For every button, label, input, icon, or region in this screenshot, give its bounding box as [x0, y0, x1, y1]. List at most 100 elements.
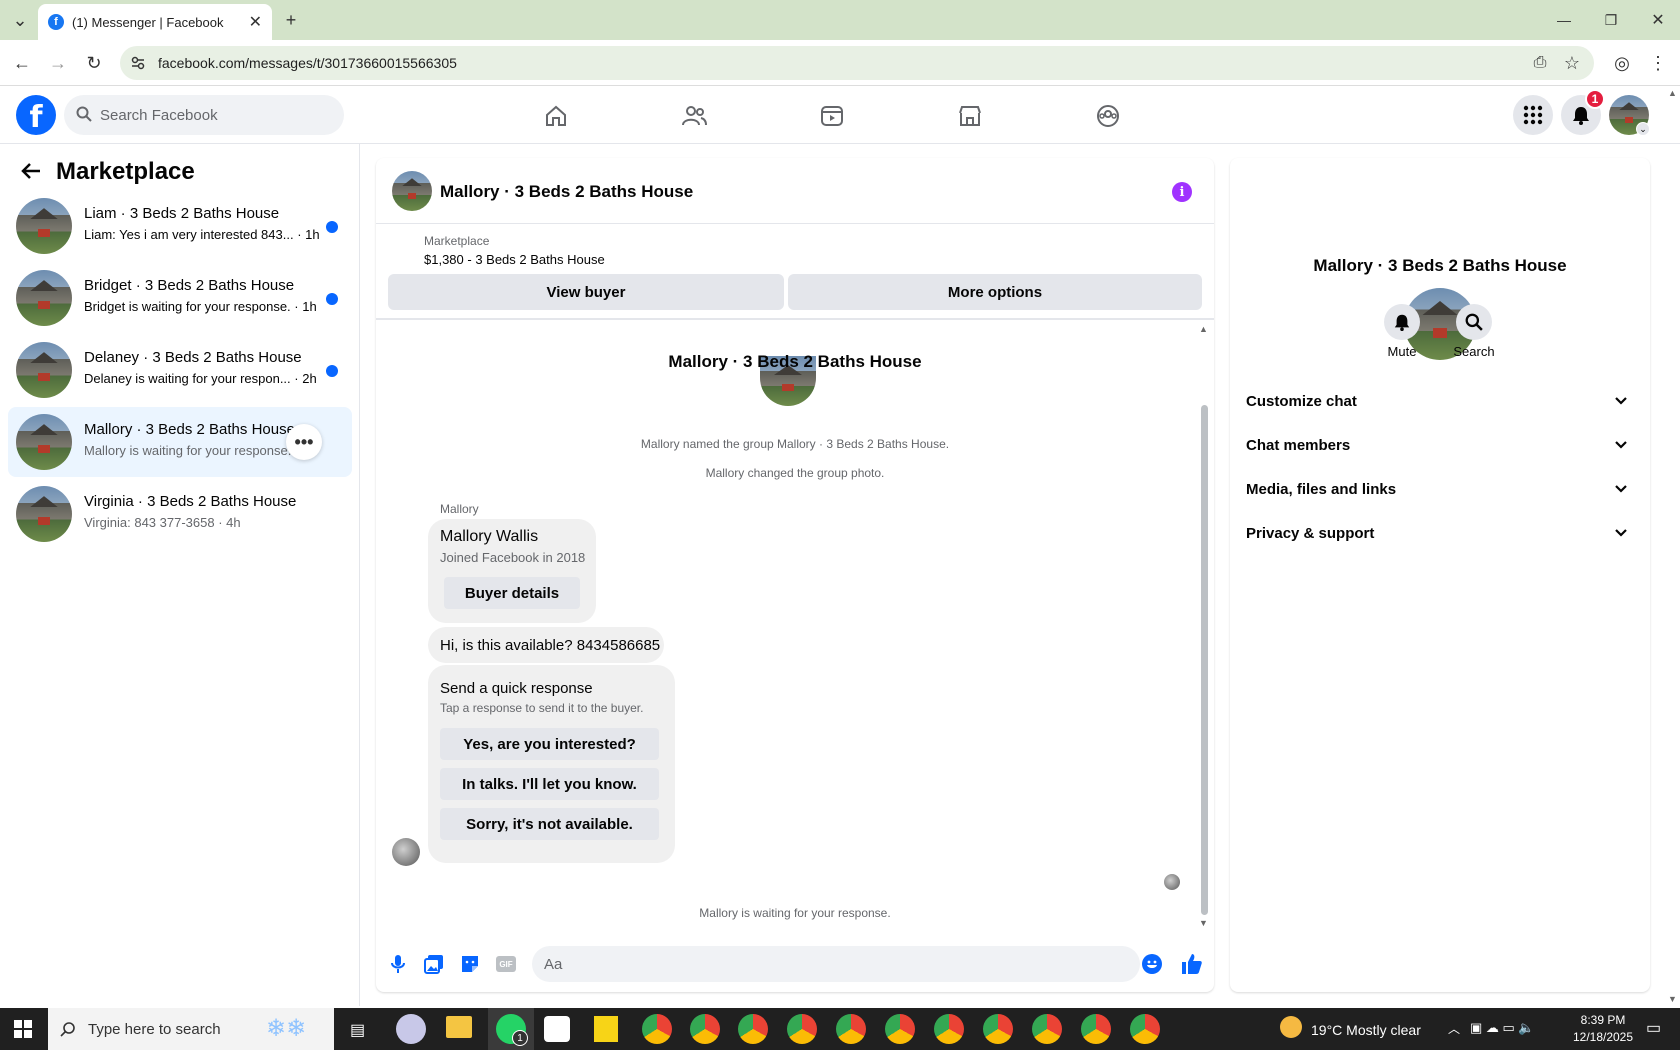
chat-divider	[376, 318, 1214, 320]
facebook-search-input[interactable]: Search Facebook	[64, 95, 344, 135]
privacy-support-row[interactable]: Privacy & support	[1246, 513, 1636, 553]
row-label: Privacy & support	[1246, 524, 1375, 542]
scroll-down-icon[interactable]: ▼	[1199, 918, 1208, 928]
chrome-icon[interactable]	[738, 1014, 768, 1044]
taskbar-app-icon[interactable]	[396, 1014, 426, 1044]
weather-text[interactable]: 19°C Mostly clear	[1311, 1022, 1421, 1038]
url-bar[interactable]: facebook.com/messages/t/3017366001556630…	[120, 46, 1594, 80]
browser-tab[interactable]: f (1) Messenger | Facebook ✕	[38, 4, 272, 40]
chat-scroll-thumb[interactable]	[1201, 405, 1208, 915]
view-buyer-button[interactable]: View buyer	[388, 274, 784, 310]
chrome-icon[interactable]	[690, 1014, 720, 1044]
conversation-item-active[interactable]: Mallory · 3 Beds 2 Baths House Mallory i…	[8, 407, 352, 477]
file-explorer-icon[interactable]	[446, 1016, 472, 1038]
search-icon	[1465, 313, 1483, 331]
thumbs-up-icon[interactable]	[1180, 952, 1204, 981]
quick-response-talks-button[interactable]: In talks. I'll let you know.	[440, 768, 659, 800]
tray-chevron-icon[interactable]: ︿	[1448, 1020, 1460, 1037]
windows-start-icon[interactable]	[14, 1020, 32, 1043]
site-info-icon[interactable]	[130, 55, 146, 71]
scroll-up-icon[interactable]: ▲	[1199, 324, 1208, 334]
quick-response-yes-button[interactable]: Yes, are you interested?	[440, 728, 659, 760]
video-nav-icon[interactable]	[782, 96, 882, 136]
chrome-icon[interactable]	[1032, 1014, 1062, 1044]
emoji-icon[interactable]	[1142, 954, 1162, 974]
conversation-info-icon[interactable]: i	[1172, 182, 1192, 202]
sticker-icon[interactable]	[458, 952, 482, 976]
install-app-icon[interactable]: ⎙	[1526, 49, 1554, 77]
chat-members-row[interactable]: Chat members	[1246, 425, 1636, 465]
chat-avatar[interactable]	[392, 171, 432, 211]
message-bubble[interactable]: Hi, is this available? 8434586685	[428, 627, 664, 663]
forward-icon[interactable]: →	[44, 49, 72, 77]
conversation-item[interactable]: Bridget · 3 Beds 2 Baths House Bridget i…	[8, 263, 352, 333]
sticky-notes-icon[interactable]	[594, 1016, 618, 1042]
conversation-time: · 2h	[294, 371, 317, 386]
home-nav-icon[interactable]	[506, 96, 606, 136]
capcut-icon[interactable]	[544, 1016, 570, 1042]
marketplace-nav-icon[interactable]	[920, 96, 1020, 136]
conversation-name: Delaney · 3 Beds 2 Baths House	[84, 349, 302, 366]
system-message: Mallory changed the group photo.	[705, 466, 885, 480]
quick-response-sorry-button[interactable]: Sorry, it's not available.	[440, 808, 659, 840]
conversation-options-button[interactable]: •••	[286, 424, 322, 460]
menu-grid-button[interactable]	[1513, 95, 1553, 135]
task-view-icon[interactable]: ▤	[350, 1020, 365, 1040]
profile-icon[interactable]: ◎	[1608, 49, 1636, 77]
new-tab-icon[interactable]: +	[277, 6, 305, 34]
chrome-icon[interactable]	[1130, 1014, 1160, 1044]
marketplace-label: Marketplace	[424, 234, 490, 248]
unread-dot	[326, 221, 338, 233]
message-placeholder: Aa	[544, 955, 563, 973]
close-tab-icon[interactable]: ✕	[249, 12, 262, 32]
mute-button[interactable]	[1384, 304, 1420, 340]
microphone-icon[interactable]	[386, 952, 410, 976]
conversation-item[interactable]: Delaney · 3 Beds 2 Baths House Delaney i…	[8, 335, 352, 405]
clock-time[interactable]: 8:39 PM	[1568, 1013, 1638, 1027]
search-conversation-button[interactable]	[1456, 304, 1492, 340]
chat-title[interactable]: Mallory · 3 Beds 2 Baths House	[440, 182, 693, 202]
search-placeholder: Search Facebook	[100, 106, 218, 124]
waiting-status: Mallory is waiting for your response.	[699, 906, 891, 920]
page-scroll-up-icon[interactable]: ▲	[1668, 88, 1677, 98]
message-input[interactable]: Aa	[532, 946, 1140, 982]
search-label: Search	[1453, 344, 1495, 359]
chrome-icon[interactable]	[642, 1014, 672, 1044]
bookmark-star-icon[interactable]: ☆	[1558, 49, 1586, 77]
chrome-icon[interactable]	[1081, 1014, 1111, 1044]
listing-price[interactable]: $1,380 - 3 Beds 2 Baths House	[424, 252, 605, 267]
clock-date[interactable]: 12/18/2025	[1568, 1030, 1638, 1044]
page-scroll-down-icon[interactable]: ▼	[1668, 994, 1677, 1004]
friends-nav-icon[interactable]	[644, 96, 744, 136]
chrome-icon[interactable]	[787, 1014, 817, 1044]
reload-icon[interactable]: ↻	[80, 49, 108, 77]
customize-chat-row[interactable]: Customize chat	[1246, 381, 1636, 421]
unread-dot	[326, 293, 338, 305]
photo-icon[interactable]	[422, 952, 446, 976]
buyer-details-button[interactable]: Buyer details	[444, 577, 580, 609]
chrome-icon[interactable]	[836, 1014, 866, 1044]
sender-avatar[interactable]	[392, 838, 420, 866]
chrome-icon[interactable]	[983, 1014, 1013, 1044]
chrome-icon[interactable]	[934, 1014, 964, 1044]
media-files-links-row[interactable]: Media, files and links	[1246, 469, 1636, 509]
back-icon[interactable]: ←	[8, 49, 36, 77]
conversation-item[interactable]: Liam · 3 Beds 2 Baths House Liam: Yes i …	[8, 191, 352, 261]
gif-icon[interactable]: GIF	[494, 952, 518, 976]
close-window-icon[interactable]: ✕	[1644, 6, 1672, 34]
browser-menu-icon[interactable]: ⋮	[1644, 49, 1672, 77]
restore-icon[interactable]: ❐	[1597, 6, 1625, 34]
more-options-button[interactable]: More options	[788, 274, 1202, 310]
back-arrow-icon[interactable]	[20, 160, 42, 187]
tab-list-chevron-icon[interactable]: ⌄	[6, 6, 34, 34]
account-chevron-icon[interactable]: ⌄	[1636, 122, 1650, 136]
notification-center-icon[interactable]: ▭	[1646, 1018, 1661, 1038]
minimize-icon[interactable]: —	[1550, 6, 1578, 34]
conversation-avatar	[16, 414, 72, 470]
tray-icons[interactable]: ▣ ☁ ▭ 🔈	[1470, 1020, 1535, 1036]
groups-nav-icon[interactable]	[1058, 96, 1158, 136]
quick-response-title: Send a quick response	[440, 680, 593, 697]
facebook-logo-icon[interactable]: f	[16, 95, 56, 135]
chrome-icon[interactable]	[885, 1014, 915, 1044]
conversation-item[interactable]: Virginia · 3 Beds 2 Baths House Virginia…	[8, 479, 352, 549]
